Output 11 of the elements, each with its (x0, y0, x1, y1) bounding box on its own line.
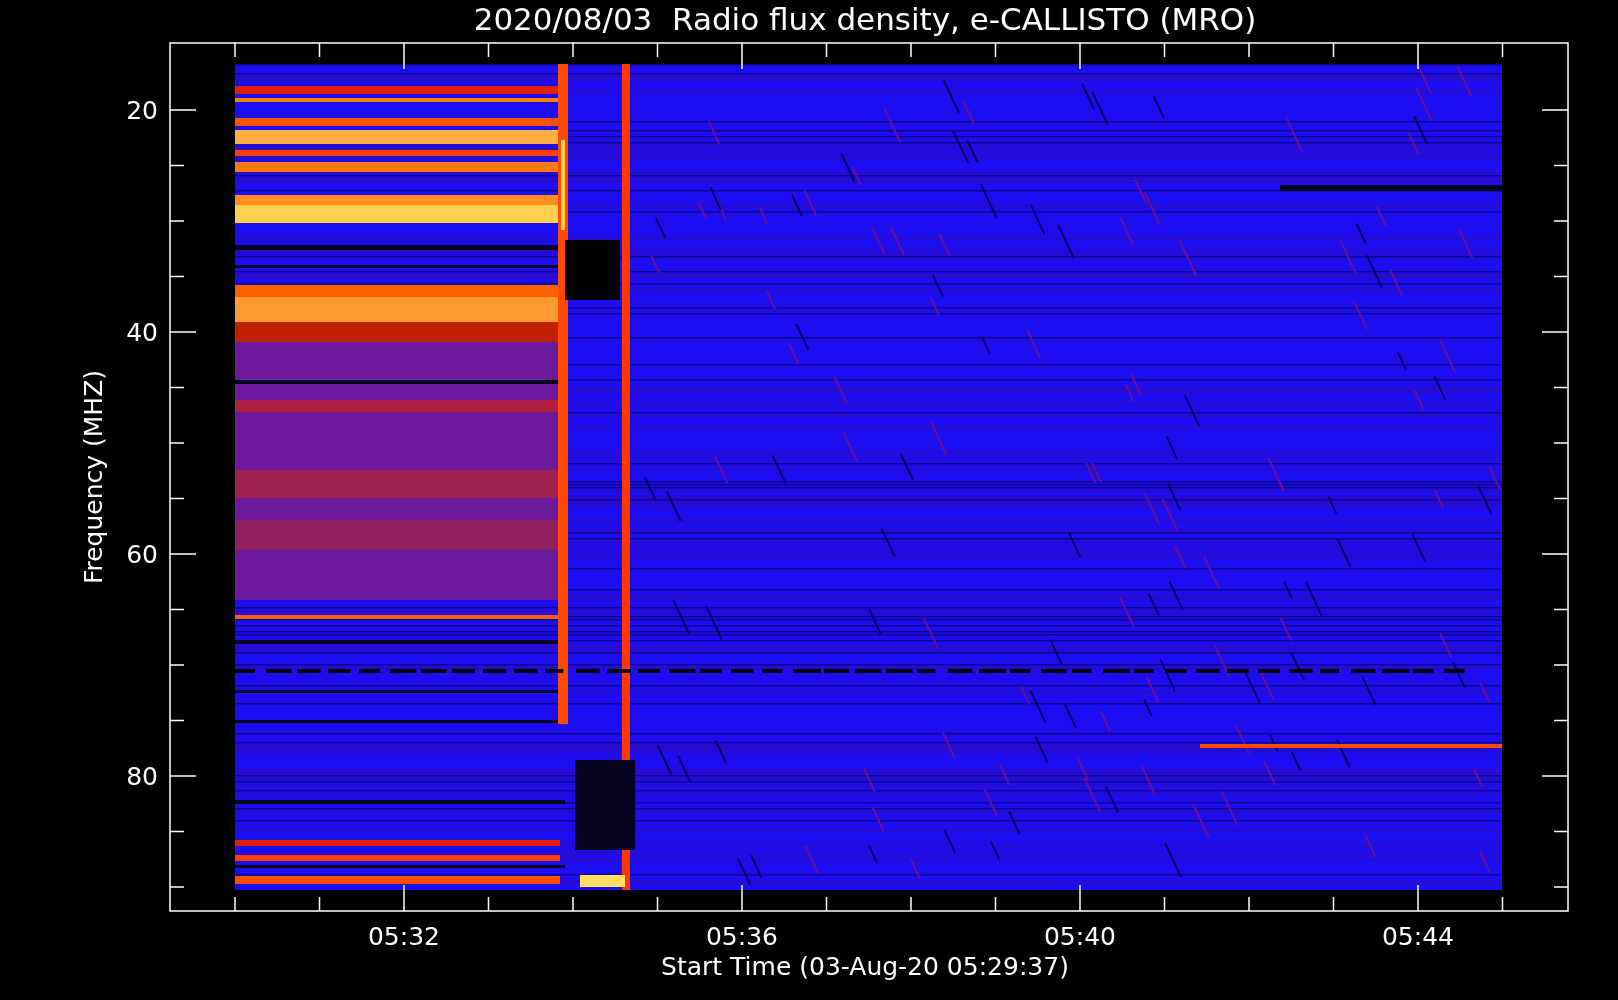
y-axis-label: Frequency (MHZ) (79, 369, 108, 585)
tick-label: 05:32 (368, 922, 440, 951)
tick-label: 05:36 (706, 922, 778, 951)
tick-label: 20 (126, 96, 158, 125)
x-axis-label: Start Time (03-Aug-20 05:29:37) (661, 952, 1069, 981)
tick-label: 05:44 (1382, 922, 1454, 951)
tick-label: 05:40 (1044, 922, 1116, 951)
tick-label: 80 (126, 762, 158, 791)
chart-title: 2020/08/03 Radio flux density, e-CALLISTO (MRO) (473, 1, 1257, 37)
tick-label: 60 (126, 540, 158, 569)
tick-label: 40 (126, 318, 158, 347)
